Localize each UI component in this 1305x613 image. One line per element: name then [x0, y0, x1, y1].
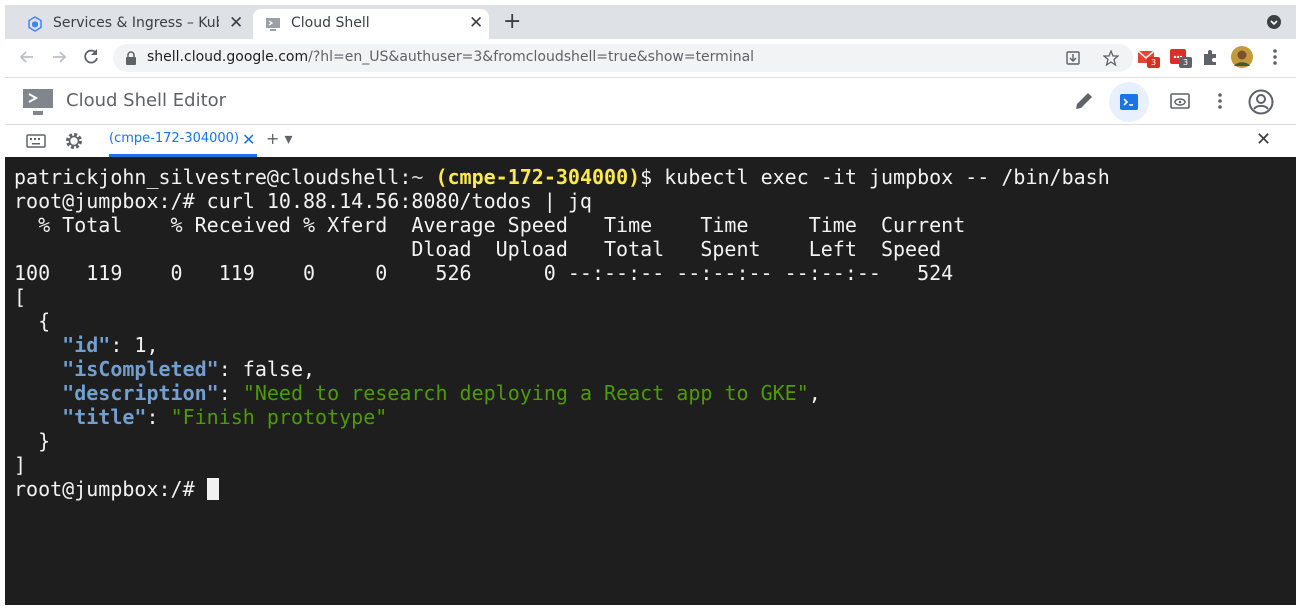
terminal-line: % Total % Received % Xferd Average Speed…: [14, 213, 966, 237]
terminal-user-host: patrickjohn_silvestre@cloudshell:: [14, 165, 412, 189]
terminal-project: (cmpe-172-304000): [435, 165, 641, 189]
open-terminal-button[interactable]: [1109, 82, 1149, 122]
json-key: "description": [62, 381, 219, 405]
json-key: "id": [62, 333, 111, 357]
extensions-puzzle-icon[interactable]: [1201, 47, 1221, 67]
bookmark-star-icon[interactable]: [1103, 50, 1119, 66]
tab-cloud-shell[interactable]: Cloud Shell ✕: [253, 9, 489, 39]
browser-menu-icon[interactable]: [1265, 47, 1285, 67]
profile-avatar[interactable]: [1231, 46, 1253, 68]
terminal-icon: [1120, 94, 1138, 110]
close-tab-icon[interactable]: ✕: [469, 13, 483, 33]
terminal-tab-label: (cmpe-172-304000): [109, 131, 240, 146]
new-tab-button[interactable]: +: [503, 11, 521, 33]
terminal-line: [: [14, 285, 27, 309]
open-editor-pencil-icon[interactable]: [1073, 90, 1095, 112]
notification-badge: 3: [1179, 57, 1192, 68]
terminal-tab-bar: (cmpe-172-304000) ✕ + ▾ ✕: [5, 125, 1296, 157]
tab-services-ingress[interactable]: Services & Ingress – Kubern ✕: [15, 9, 251, 39]
terminal-command: $ kubectl exec -it jumpbox -- /bin/bash: [640, 165, 1110, 189]
terminal-prompt: root@jumpbox:/#: [14, 477, 207, 501]
terminal-line: {: [14, 309, 51, 333]
web-preview-icon[interactable]: [1169, 90, 1191, 112]
terminal-line: Dload Upload Total Spent Left Speed: [14, 237, 942, 261]
json-separator: ,: [808, 381, 821, 405]
close-terminal-panel-icon[interactable]: ✕: [1256, 129, 1271, 150]
gmail-extension-icon[interactable]: 3: [1137, 47, 1160, 68]
terminal-cursor[interactable]: [206, 478, 219, 500]
terminal-line: 100 119 0 119 0 0 526 0 --:--:-- --:--:-…: [14, 261, 954, 285]
json-key: "title": [62, 405, 147, 429]
json-separator: :: [146, 405, 171, 429]
browser-window: Services & Ingress – Kubern ✕ Cloud Shel…: [5, 5, 1296, 605]
editor-title: Cloud Shell Editor: [66, 90, 227, 111]
kubernetes-engine-icon: [28, 16, 42, 32]
close-tab-icon[interactable]: ✕: [229, 13, 243, 33]
terminal-output: patrickjohn_silvestre@cloudshell:~ (cmpe…: [14, 165, 1110, 501]
terminal-line: ]: [14, 453, 27, 477]
address-bar[interactable]: shell.cloud.google.com/?hl=en_US&authuse…: [113, 44, 1133, 72]
browser-toolbar: shell.cloud.google.com/?hl=en_US&authuse…: [5, 39, 1296, 77]
json-string: "Need to research deploying a React app …: [242, 381, 809, 405]
close-terminal-tab-icon[interactable]: ✕: [242, 130, 255, 149]
terminal-line: root@jumpbox:/# curl 10.88.14.56:8080/to…: [14, 189, 592, 213]
account-icon[interactable]: [1248, 89, 1274, 115]
terminal[interactable]: patrickjohn_silvestre@cloudshell:~ (cmpe…: [5, 157, 1296, 605]
add-terminal-tab-button[interactable]: + ▾: [266, 129, 293, 148]
tab-strip: Services & Ingress – Kubern ✕ Cloud Shel…: [5, 5, 1296, 39]
terminal-path: ~: [411, 165, 424, 189]
cloud-shell-icon: [266, 18, 280, 31]
json-key: "isCompleted": [62, 357, 219, 381]
tab-search-icon[interactable]: [1266, 14, 1282, 30]
json-value: : false,: [218, 357, 316, 381]
lock-icon: [126, 51, 136, 65]
keyboard-icon[interactable]: [26, 133, 46, 149]
settings-gear-icon[interactable]: [64, 131, 84, 151]
editor-header: Cloud Shell Editor: [5, 77, 1296, 125]
notification-badge: 3: [1147, 57, 1160, 68]
tab-title: Cloud Shell: [291, 15, 370, 31]
json-value: : 1,: [110, 333, 159, 357]
terminal-line: }: [14, 429, 51, 453]
cloud-shell-logo-icon: [23, 89, 53, 115]
forward-icon[interactable]: [49, 47, 69, 67]
install-app-icon[interactable]: [1065, 50, 1081, 66]
calendar-extension-icon[interactable]: 3: [1169, 47, 1192, 68]
back-icon[interactable]: [17, 47, 37, 67]
url-text: shell.cloud.google.com/?hl=en_US&authuse…: [147, 49, 755, 65]
reload-icon[interactable]: [81, 47, 101, 67]
json-separator: :: [218, 381, 243, 405]
more-options-icon[interactable]: [1209, 90, 1231, 112]
tab-title: Services & Ingress – Kubern: [53, 15, 219, 31]
json-string: "Finish prototype": [170, 405, 388, 429]
